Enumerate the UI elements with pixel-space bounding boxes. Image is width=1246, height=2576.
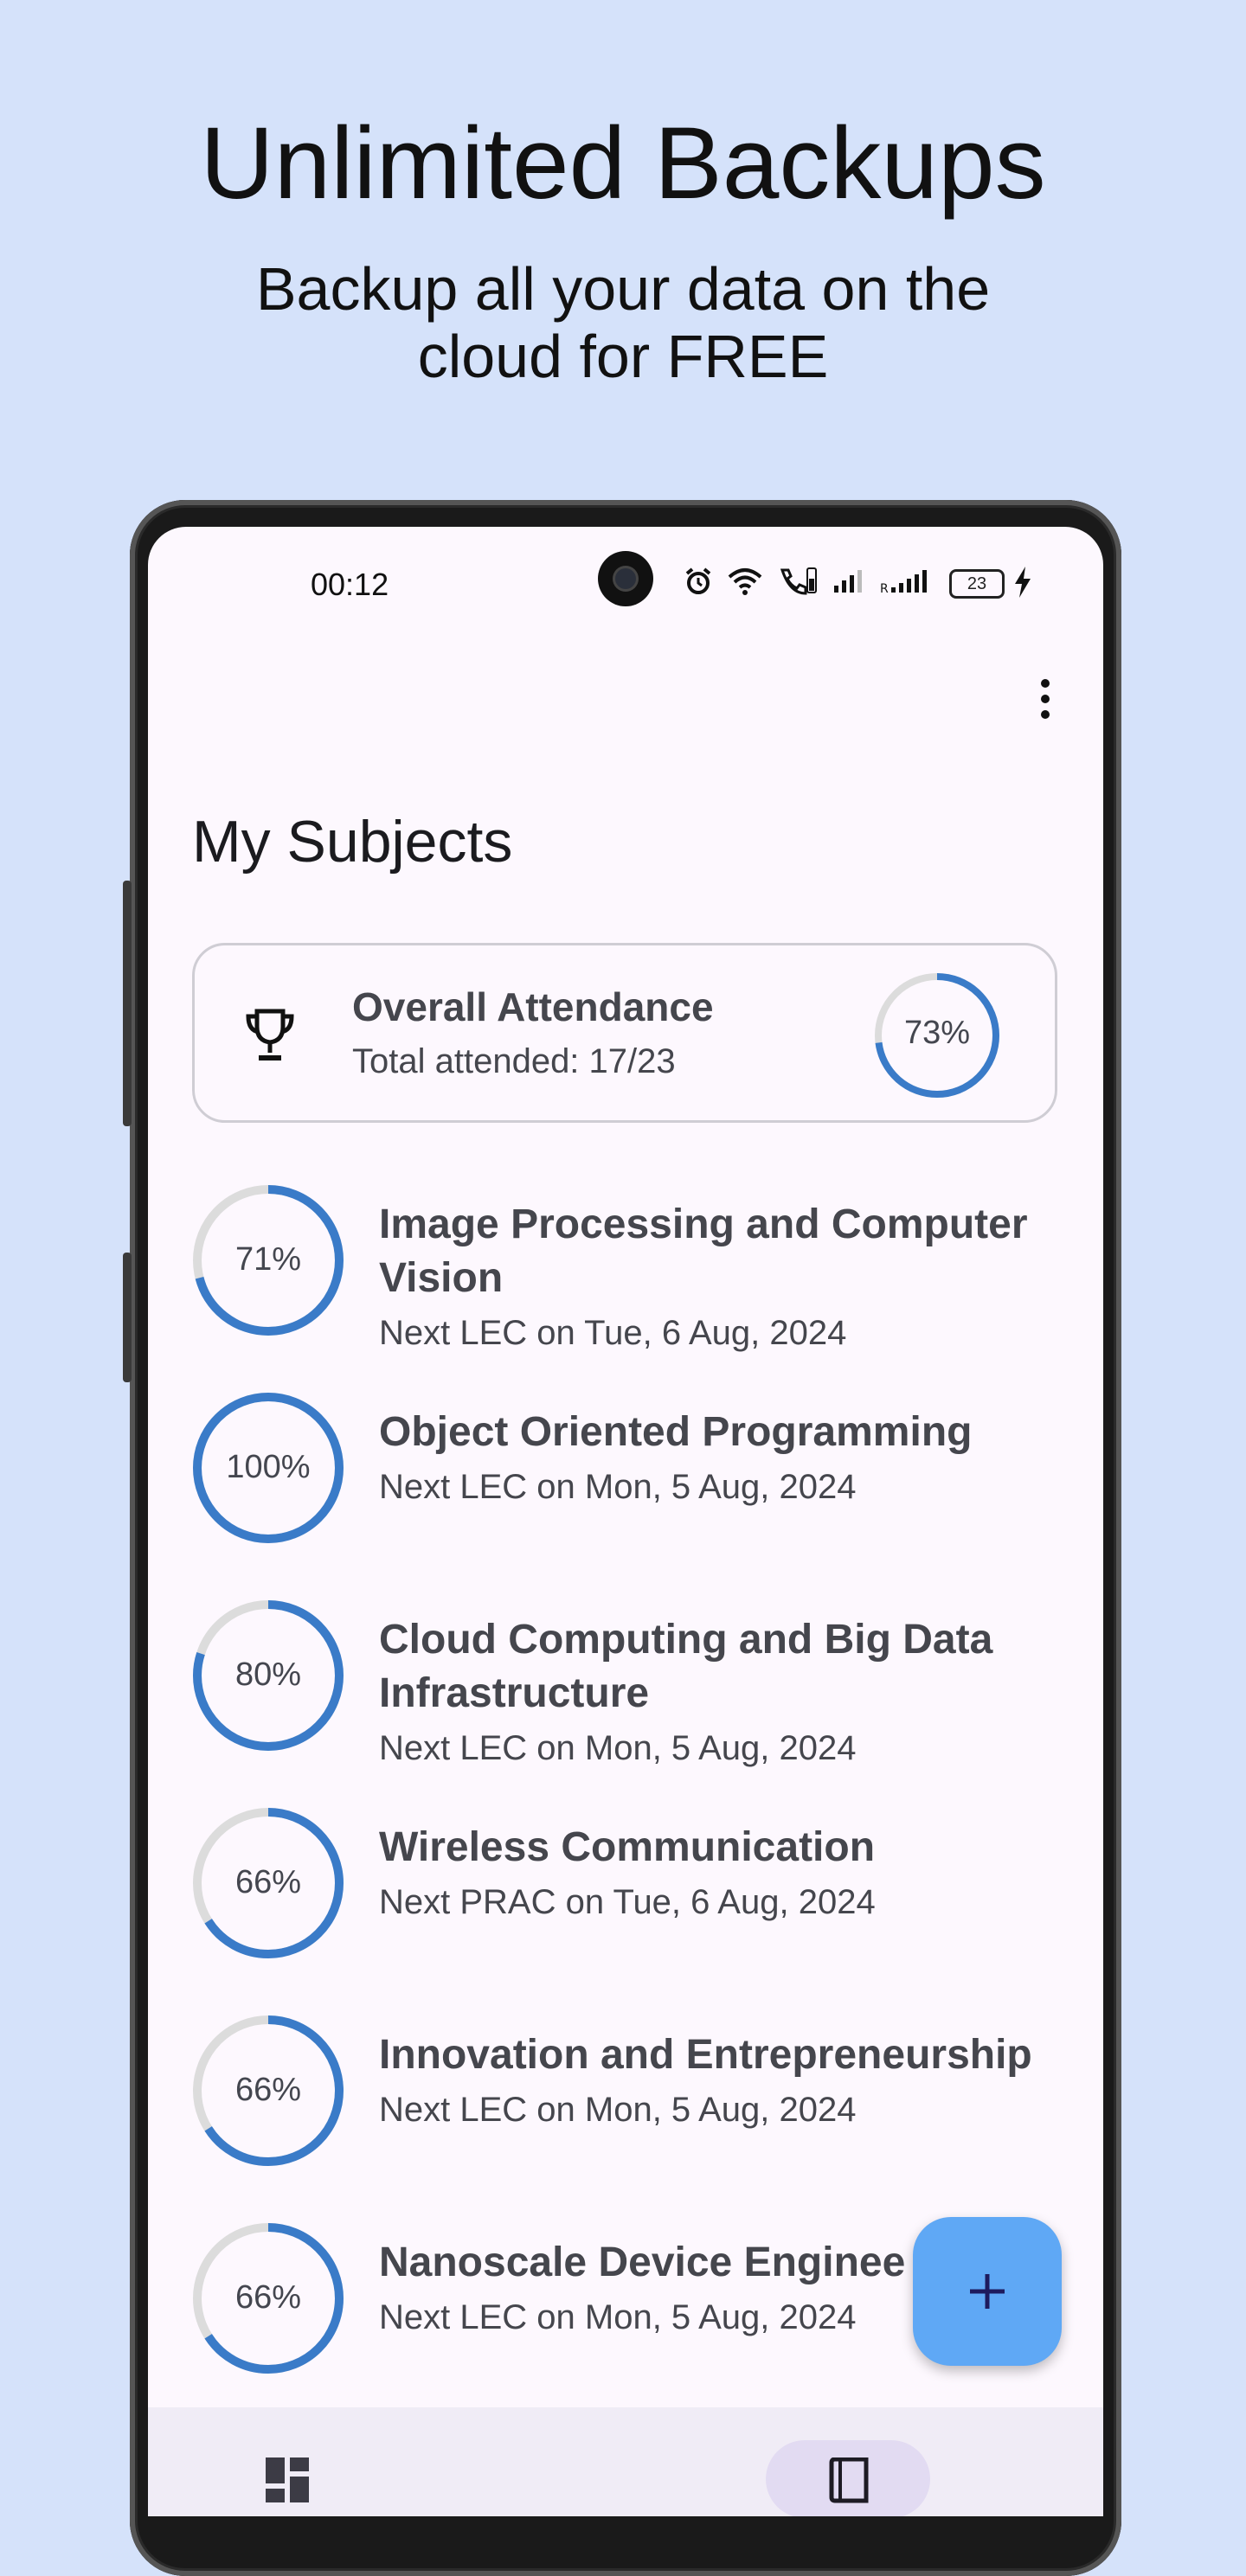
overall-percent: 73%: [903, 1015, 971, 1051]
subject-percent: 71%: [234, 1241, 302, 1278]
subject-percent: 66%: [234, 2279, 302, 2316]
subject-progress-ring: 100%: [192, 1392, 344, 1544]
wifi-calling-icon: [780, 567, 817, 595]
subject-item[interactable]: 71% Image Processing and Computer Vision…: [192, 1184, 1057, 1375]
subject-name: Innovation and Entrepreneurship: [379, 2032, 1032, 2078]
svg-text:R: R: [880, 582, 889, 594]
wifi-icon: [728, 568, 762, 595]
subject-next-class: Next LEC on Tue, 6 Aug, 2024: [379, 1314, 847, 1352]
overall-title: Overall Attendance: [352, 984, 714, 1029]
phone-side-button: [123, 1253, 132, 1382]
subject-item[interactable]: 66% Wireless Communication Next PRAC on …: [192, 1807, 1057, 1963]
nav-item-subjects[interactable]: [766, 2440, 930, 2516]
subject-percent: 66%: [234, 1864, 302, 1900]
battery-icon: 23: [949, 569, 1005, 599]
alarm-icon: [685, 567, 711, 594]
subject-name: Cloud Computing and Big Data Infrastruct…: [379, 1617, 993, 1716]
charging-icon: [1015, 567, 1031, 598]
promo-title: Unlimited Backups: [200, 106, 1046, 221]
subject-progress-ring: 66%: [192, 2015, 344, 2167]
subject-item[interactable]: 100% Object Oriented Programming Next LE…: [192, 1392, 1057, 1548]
promo-subtitle: Backup all your data on the cloud for FR…: [255, 255, 991, 390]
phone-side-button: [123, 881, 132, 1126]
page-title: My Subjects: [192, 809, 513, 875]
subject-name: Image Processing and Computer Vision: [379, 1201, 1028, 1301]
subject-percent: 100%: [226, 1449, 311, 1485]
subject-name: Wireless Communication: [379, 1824, 876, 1870]
subject-progress-ring: 66%: [192, 1807, 344, 1959]
subject-progress-ring: 66%: [192, 2222, 344, 2374]
plus-icon: [970, 2274, 1005, 2309]
book-icon: [829, 2457, 869, 2503]
bottom-navigation: [148, 2407, 1103, 2516]
subject-next-class: Next LEC on Mon, 5 Aug, 2024: [379, 2091, 857, 2129]
subject-next-class: Next PRAC on Tue, 6 Aug, 2024: [379, 1883, 876, 1921]
subject-percent: 80%: [234, 1656, 302, 1693]
nav-item-dashboard[interactable]: [243, 2438, 330, 2516]
overall-subtitle: Total attended: 17/23: [352, 1042, 676, 1080]
subject-item[interactable]: 80% Cloud Computing and Big Data Infrast…: [192, 1599, 1057, 1790]
subject-progress-ring: 71%: [192, 1184, 344, 1336]
status-time: 00:12: [311, 567, 389, 602]
status-icons: R: [684, 560, 932, 603]
subject-next-class: Next LEC on Mon, 5 Aug, 2024: [379, 1468, 857, 1506]
subject-next-class: Next LEC on Mon, 5 Aug, 2024: [379, 2298, 857, 2336]
overall-progress-ring: 73%: [873, 971, 1001, 1099]
dashboard-icon: [266, 2457, 309, 2502]
app-screen: 00:12 R 23 My Subjects Overall Attendanc…: [148, 527, 1103, 2516]
add-subject-button[interactable]: [913, 2217, 1062, 2366]
more-vert-icon[interactable]: [1032, 674, 1058, 726]
signal-icon: [834, 570, 862, 593]
trophy-icon: [246, 1009, 294, 1061]
camera-cutout: [598, 551, 653, 606]
overall-attendance-card[interactable]: Overall Attendance Total attended: 17/23…: [192, 943, 1057, 1123]
roaming-signal-icon: R: [880, 570, 927, 594]
subject-name: Object Oriented Programming: [379, 1409, 973, 1455]
subject-progress-ring: 80%: [192, 1599, 344, 1752]
subject-item[interactable]: 66% Innovation and Entrepreneurship Next…: [192, 2015, 1057, 2170]
subject-next-class: Next LEC on Mon, 5 Aug, 2024: [379, 1729, 857, 1767]
subject-percent: 66%: [234, 2072, 302, 2108]
